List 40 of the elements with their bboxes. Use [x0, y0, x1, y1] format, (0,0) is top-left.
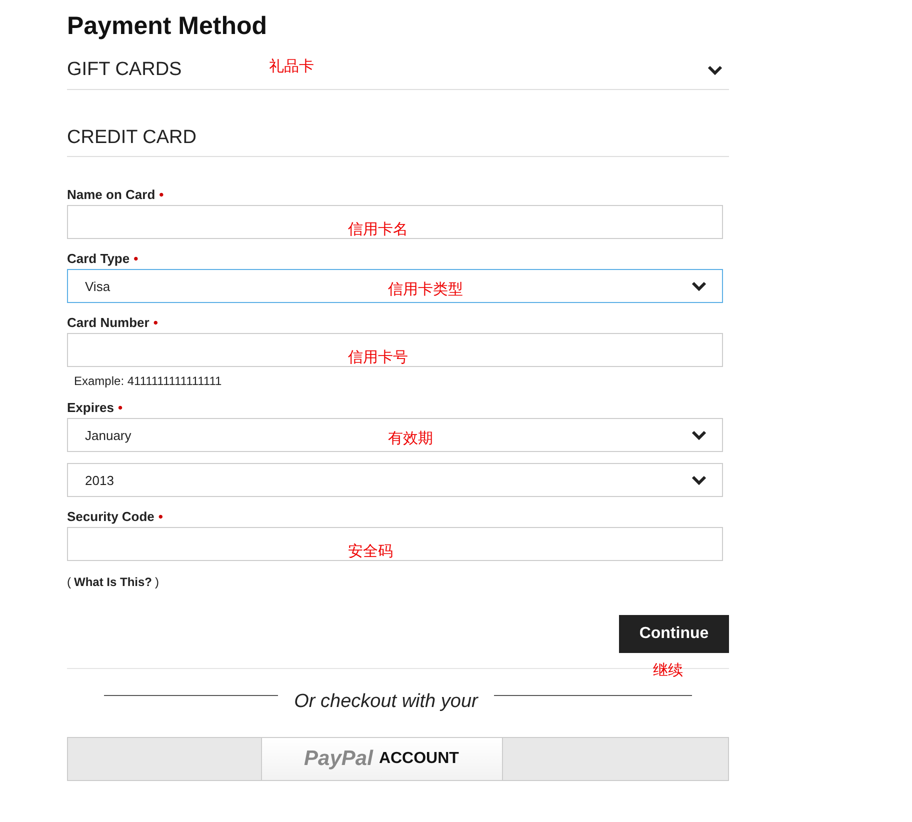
annotation: 有效期: [388, 429, 433, 448]
input-field[interactable]: 信用卡名: [67, 205, 723, 239]
annotation: 信用卡号: [348, 348, 408, 367]
page-title: Payment Method: [67, 12, 268, 41]
required-mark: •: [134, 251, 138, 266]
field-label: Card Type: [67, 251, 130, 266]
select-field[interactable]: January 有效期: [67, 418, 723, 452]
paypal-button[interactable]: PayPal ACCOUNT: [260, 738, 502, 780]
annotation: 信用卡类型: [388, 280, 463, 299]
continue-button[interactable]: Continue: [619, 615, 729, 653]
select-field[interactable]: 2013: [67, 463, 723, 497]
alt-checkout-text: Or checkout with your: [294, 691, 478, 713]
paren: ): [155, 575, 159, 589]
annotation: 信用卡名: [348, 220, 408, 239]
gift-cards-header[interactable]: GIFT CARDS 礼品卡: [67, 51, 729, 90]
select-value: 2013: [85, 472, 114, 488]
chevron-down-icon: [707, 65, 723, 75]
help-link[interactable]: What Is This?: [74, 575, 152, 589]
chevron-down-icon: [691, 430, 707, 440]
section-title: CREDIT CARD: [67, 127, 196, 149]
field-label: Name on Card: [67, 187, 156, 202]
chevron-down-icon: [691, 281, 707, 291]
field-label: Security Code: [67, 509, 154, 524]
annotation: 继续: [653, 661, 683, 680]
select-value: January: [85, 428, 132, 442]
chevron-down-icon: [691, 475, 707, 485]
field-hint: Example: 4111111111111111: [74, 374, 223, 388]
annotation: 礼品卡: [269, 57, 314, 76]
required-mark: •: [153, 315, 158, 330]
input-field[interactable]: 安全码: [67, 527, 723, 561]
field-label: Expires: [67, 400, 114, 415]
field-label: Card Number: [67, 315, 150, 330]
required-mark: •: [118, 400, 123, 415]
select-value: Visa: [85, 278, 110, 294]
select-field[interactable]: Visa 信用卡类型: [67, 269, 723, 303]
required-mark: •: [158, 509, 163, 524]
input-field[interactable]: 信用卡号: [67, 333, 723, 367]
required-mark: •: [159, 187, 164, 202]
annotation: 安全码: [348, 542, 393, 561]
paren: (: [67, 575, 71, 589]
